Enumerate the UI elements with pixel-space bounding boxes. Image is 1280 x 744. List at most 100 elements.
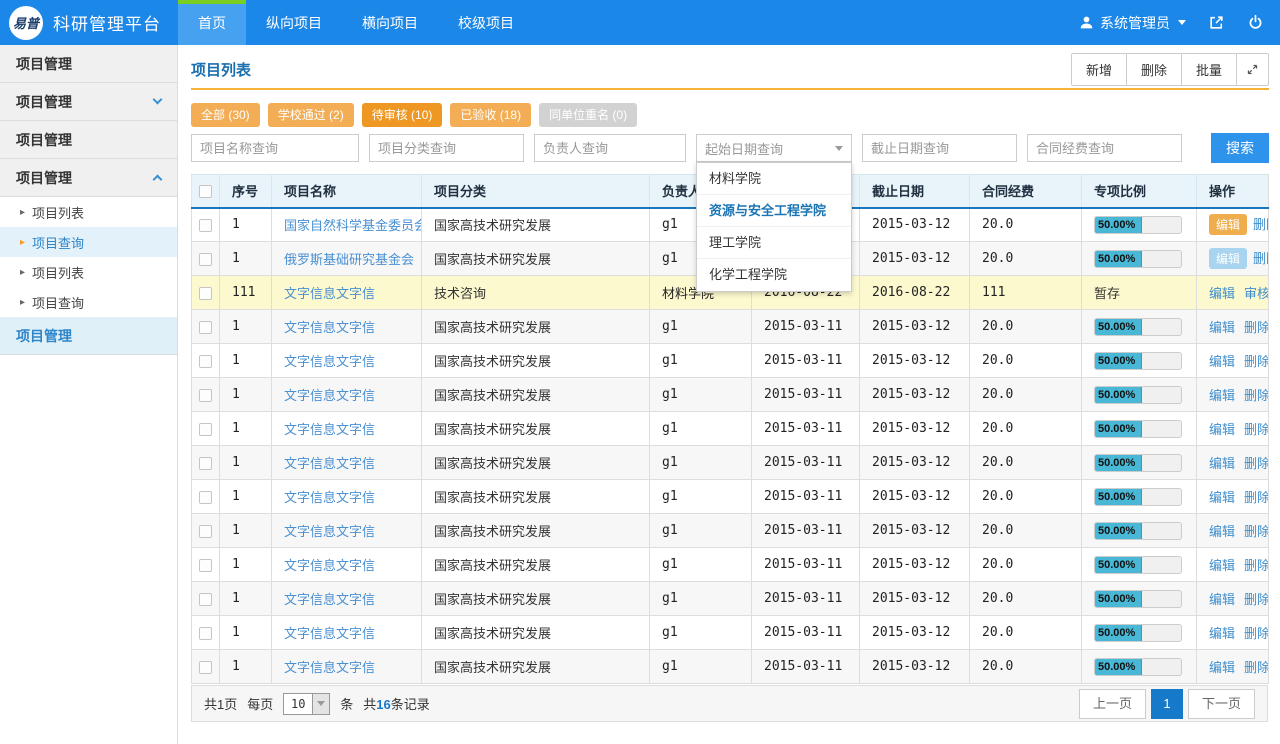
power-button[interactable] — [1247, 14, 1264, 31]
row-action-0[interactable]: 编辑 — [1209, 524, 1235, 539]
row-checkbox[interactable] — [199, 287, 212, 300]
end-date-search-input[interactable] — [862, 134, 1017, 162]
user-menu[interactable]: 系统管理员 — [1079, 13, 1186, 33]
row-action-0[interactable]: 编辑 — [1209, 558, 1235, 573]
project-name-link[interactable]: 文字信息文字信 — [284, 592, 375, 607]
ratio-progress-bar: 50.00% — [1094, 250, 1182, 268]
nav-tab-1[interactable]: 纵向项目 — [246, 0, 342, 45]
sidebar-item-7[interactable]: ▸项目查询 — [0, 287, 177, 317]
sidebar-item-4[interactable]: ▸项目列表 — [0, 197, 177, 227]
dropdown-option-2[interactable]: 理工学院 — [697, 227, 851, 259]
filter-chip-3[interactable]: 已验收 (18) — [450, 103, 531, 127]
row-checkbox[interactable] — [199, 457, 212, 470]
row-action-1[interactable]: 删除 — [1244, 320, 1268, 335]
row-action-1[interactable]: 删除 — [1244, 558, 1268, 573]
project-name-link[interactable]: 文字信息文字信 — [284, 354, 375, 369]
project-name-search-input[interactable] — [191, 134, 359, 162]
filter-chip-4[interactable]: 同单位重名 (0) — [539, 103, 637, 127]
row-action-1[interactable]: 删除 — [1244, 524, 1268, 539]
expand-button[interactable] — [1237, 54, 1268, 85]
project-name-link[interactable]: 文字信息文字信 — [284, 320, 375, 335]
row-action-0[interactable]: 编辑 — [1209, 320, 1235, 335]
sidebar-item-1[interactable]: 项目管理 — [0, 83, 177, 121]
project-name-link[interactable]: 文字信息文字信 — [284, 286, 375, 301]
nav-tab-0[interactable]: 首页 — [178, 0, 246, 45]
filter-chip-0[interactable]: 全部 (30) — [191, 103, 260, 127]
project-name-link[interactable]: 国家自然科学基金委员会 — [284, 218, 422, 233]
sidebar-item-2[interactable]: 项目管理 — [0, 121, 177, 159]
toolbar-button-2[interactable]: 批量 — [1182, 54, 1237, 85]
owner-search-input[interactable] — [534, 134, 686, 162]
select-all-checkbox[interactable] — [199, 185, 212, 198]
project-name-link[interactable]: 文字信息文字信 — [284, 558, 375, 573]
row-checkbox[interactable] — [199, 423, 212, 436]
row-action-0[interactable]: 编辑 — [1209, 592, 1235, 607]
row-checkbox[interactable] — [199, 355, 212, 368]
row-action-0[interactable]: 编辑 — [1209, 248, 1247, 269]
per-page-select[interactable]: 10 — [283, 693, 330, 715]
prev-page-button[interactable]: 上一页 — [1079, 689, 1146, 719]
row-action-1[interactable]: 删除 — [1244, 456, 1268, 471]
sidebar-item-0[interactable]: 项目管理 — [0, 45, 177, 83]
dropdown-option-0[interactable]: 材料学院 — [697, 163, 851, 195]
project-category-search-input[interactable] — [369, 134, 524, 162]
row-action-0[interactable]: 编辑 — [1209, 214, 1247, 235]
row-action-0[interactable]: 编辑 — [1209, 626, 1235, 641]
filter-chip-1[interactable]: 学校通过 (2) — [268, 103, 354, 127]
current-page-button[interactable]: 1 — [1151, 689, 1183, 719]
sidebar-item-3[interactable]: 项目管理 — [0, 159, 177, 197]
row-checkbox[interactable] — [199, 219, 212, 232]
project-name-link[interactable]: 文字信息文字信 — [284, 388, 375, 403]
row-checkbox[interactable] — [199, 321, 212, 334]
toolbar-button-0[interactable]: 新增 — [1072, 54, 1127, 85]
project-name-link[interactable]: 文字信息文字信 — [284, 456, 375, 471]
nav-tab-3[interactable]: 校级项目 — [438, 0, 534, 45]
row-action-0[interactable]: 编辑 — [1209, 286, 1235, 301]
row-action-0[interactable]: 编辑 — [1209, 354, 1235, 369]
cell-ratio: 暂存 — [1082, 276, 1197, 310]
project-name-link[interactable]: 文字信息文字信 — [284, 490, 375, 505]
search-button[interactable]: 搜索 — [1211, 133, 1269, 163]
row-action-0[interactable]: 编辑 — [1209, 490, 1235, 505]
row-action-1[interactable]: 删除 — [1244, 490, 1268, 505]
project-name-link[interactable]: 俄罗斯基础研究基金会 — [284, 252, 414, 267]
row-action-1[interactable]: 删除 — [1244, 660, 1268, 675]
row-action-1[interactable]: 删除 — [1244, 422, 1268, 437]
next-page-button[interactable]: 下一页 — [1188, 689, 1255, 719]
project-name-link[interactable]: 文字信息文字信 — [284, 660, 375, 675]
row-action-1[interactable]: 删除 — [1244, 354, 1268, 369]
start-date-select[interactable]: 起始日期查询 材料学院资源与安全工程学院理工学院化学工程学院 — [696, 134, 852, 162]
row-action-0[interactable]: 编辑 — [1209, 388, 1235, 403]
row-checkbox[interactable] — [199, 661, 212, 674]
row-action-1[interactable]: 审核 — [1244, 286, 1268, 301]
sidebar-item-5[interactable]: ▸项目查询 — [0, 227, 177, 257]
row-checkbox[interactable] — [199, 491, 212, 504]
nav-tab-2[interactable]: 横向项目 — [342, 0, 438, 45]
project-name-link[interactable]: 文字信息文字信 — [284, 626, 375, 641]
toolbar-button-1[interactable]: 删除 — [1127, 54, 1182, 85]
sidebar-item-8[interactable]: 项目管理 — [0, 317, 177, 355]
row-checkbox[interactable] — [199, 593, 212, 606]
row-checkbox[interactable] — [199, 559, 212, 572]
row-action-0[interactable]: 编辑 — [1209, 456, 1235, 471]
row-checkbox[interactable] — [199, 525, 212, 538]
sidebar-item-6[interactable]: ▸项目列表 — [0, 257, 177, 287]
row-action-1[interactable]: 删除 — [1244, 388, 1268, 403]
dropdown-option-3[interactable]: 化学工程学院 — [697, 259, 851, 291]
row-checkbox[interactable] — [199, 253, 212, 266]
row-action-0[interactable]: 编辑 — [1209, 660, 1235, 675]
row-checkbox[interactable] — [199, 389, 212, 402]
row-action-1[interactable]: 删除 — [1244, 592, 1268, 607]
exit-fullscreen-button[interactable] — [1208, 14, 1225, 31]
project-name-link[interactable]: 文字信息文字信 — [284, 422, 375, 437]
dropdown-option-1[interactable]: 资源与安全工程学院 — [697, 195, 851, 227]
row-action-1[interactable]: 删除 — [1244, 626, 1268, 641]
contract-fund-search-input[interactable] — [1027, 134, 1182, 162]
row-checkbox[interactable] — [199, 627, 212, 640]
project-name-link[interactable]: 文字信息文字信 — [284, 524, 375, 539]
ratio-progress-bar: 50.00% — [1094, 590, 1182, 608]
row-action-1[interactable]: 删除 — [1253, 251, 1268, 266]
filter-chip-2[interactable]: 待审核 (10) — [362, 103, 443, 127]
row-action-0[interactable]: 编辑 — [1209, 422, 1235, 437]
row-action-1[interactable]: 删除 — [1253, 217, 1268, 232]
